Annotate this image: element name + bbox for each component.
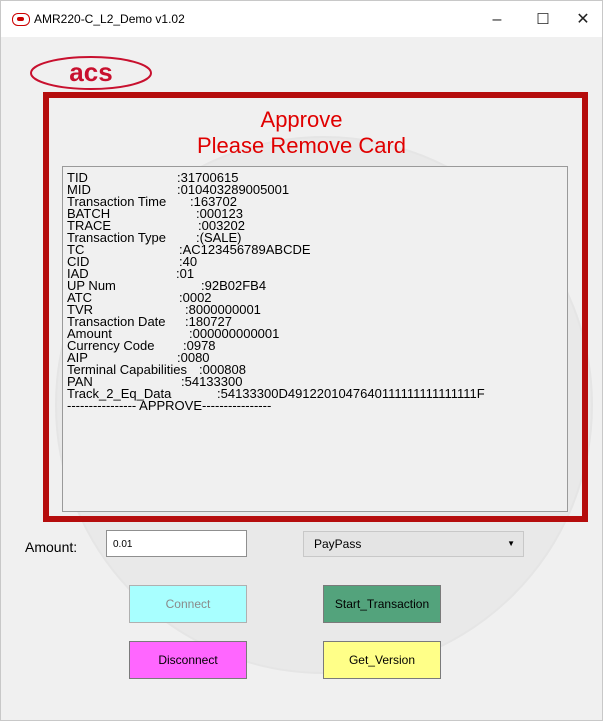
payment-scheme-value: PayPass (314, 537, 362, 551)
connect-button[interactable]: Connect (129, 585, 247, 623)
chevron-down-icon[interactable]: ▼ (507, 532, 515, 556)
status-line-1: Approve (260, 107, 343, 132)
disconnect-button[interactable]: Disconnect (129, 641, 247, 679)
receipt-textbox[interactable]: TID:31700615 MID:010403289005001 Transac… (62, 166, 568, 512)
amount-label: Amount: (25, 539, 78, 555)
receipt-footer: ---------------- APPROVE---------------- (67, 398, 272, 413)
payment-scheme-select[interactable]: PayPass ▼ (303, 531, 524, 557)
start-transaction-button[interactable]: Start_Transaction (323, 585, 441, 623)
app-window: AMR220-C_L2_Demo v1.02 – ☐ ✕ acs Approve… (0, 0, 603, 721)
get-version-button[interactable]: Get_Version (323, 641, 441, 679)
receipt-line: UP Num:92B02FB4 (67, 278, 267, 293)
amount-input[interactable]: 0.01 (106, 530, 247, 557)
logo-text: acs (69, 57, 112, 87)
acs-logo: acs (30, 56, 152, 90)
status-line-2: Please Remove Card (196, 133, 407, 158)
